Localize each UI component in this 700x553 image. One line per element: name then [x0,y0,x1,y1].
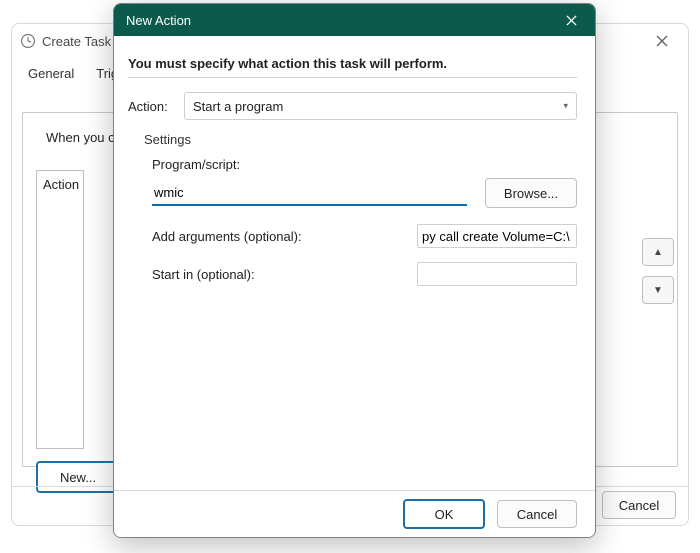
new-button[interactable]: New... [36,461,120,493]
clock-icon [20,33,36,49]
ok-button-label: OK [435,507,454,522]
move-up-button[interactable]: ▲ [642,238,674,266]
startin-input[interactable] [417,262,577,286]
settings-heading: Settings [144,132,577,147]
chevron-down-icon: ▾ [563,101,568,112]
new-button-label: New... [60,470,96,485]
program-input[interactable] [152,180,467,206]
new-action-footer: OK Cancel [114,490,595,537]
actions-list[interactable]: Action [36,170,84,449]
action-select[interactable]: Start a program ▾ [184,92,577,120]
when-label: When you c [42,130,119,145]
arguments-input[interactable] [417,224,577,248]
move-down-button[interactable]: ▼ [642,276,674,304]
new-action-body: You must specify what action this task w… [114,36,595,491]
cancel-button-label: Cancel [517,507,557,522]
reorder-buttons: ▲ ▼ [642,238,672,314]
program-row: Browse... [152,178,577,208]
arguments-row: Add arguments (optional): [152,224,577,248]
settings-block: Program/script: Browse... Add arguments … [152,157,577,286]
action-row: Action: Start a program ▾ [128,92,577,120]
arguments-label: Add arguments (optional): [152,229,417,244]
new-action-dialog: New Action You must specify what action … [113,3,596,538]
tab-general[interactable]: General [24,62,78,85]
divider [128,77,577,78]
create-task-cancel-button[interactable]: Cancel [602,491,676,519]
instruction-text: You must specify what action this task w… [128,56,577,71]
new-action-title: New Action [126,13,553,28]
action-select-value: Start a program [193,99,283,114]
create-task-cancel-label: Cancel [619,498,659,513]
cancel-button[interactable]: Cancel [497,500,577,528]
new-action-titlebar: New Action [114,4,595,36]
close-icon[interactable] [553,8,589,32]
browse-button-label: Browse... [504,186,558,201]
program-label: Program/script: [152,157,577,172]
ok-button[interactable]: OK [403,499,485,529]
action-label: Action: [128,99,184,114]
browse-button[interactable]: Browse... [485,178,577,208]
startin-label: Start in (optional): [152,267,417,282]
startin-row: Start in (optional): [152,262,577,286]
close-icon[interactable] [642,27,682,55]
actions-list-header: Action [43,177,79,192]
